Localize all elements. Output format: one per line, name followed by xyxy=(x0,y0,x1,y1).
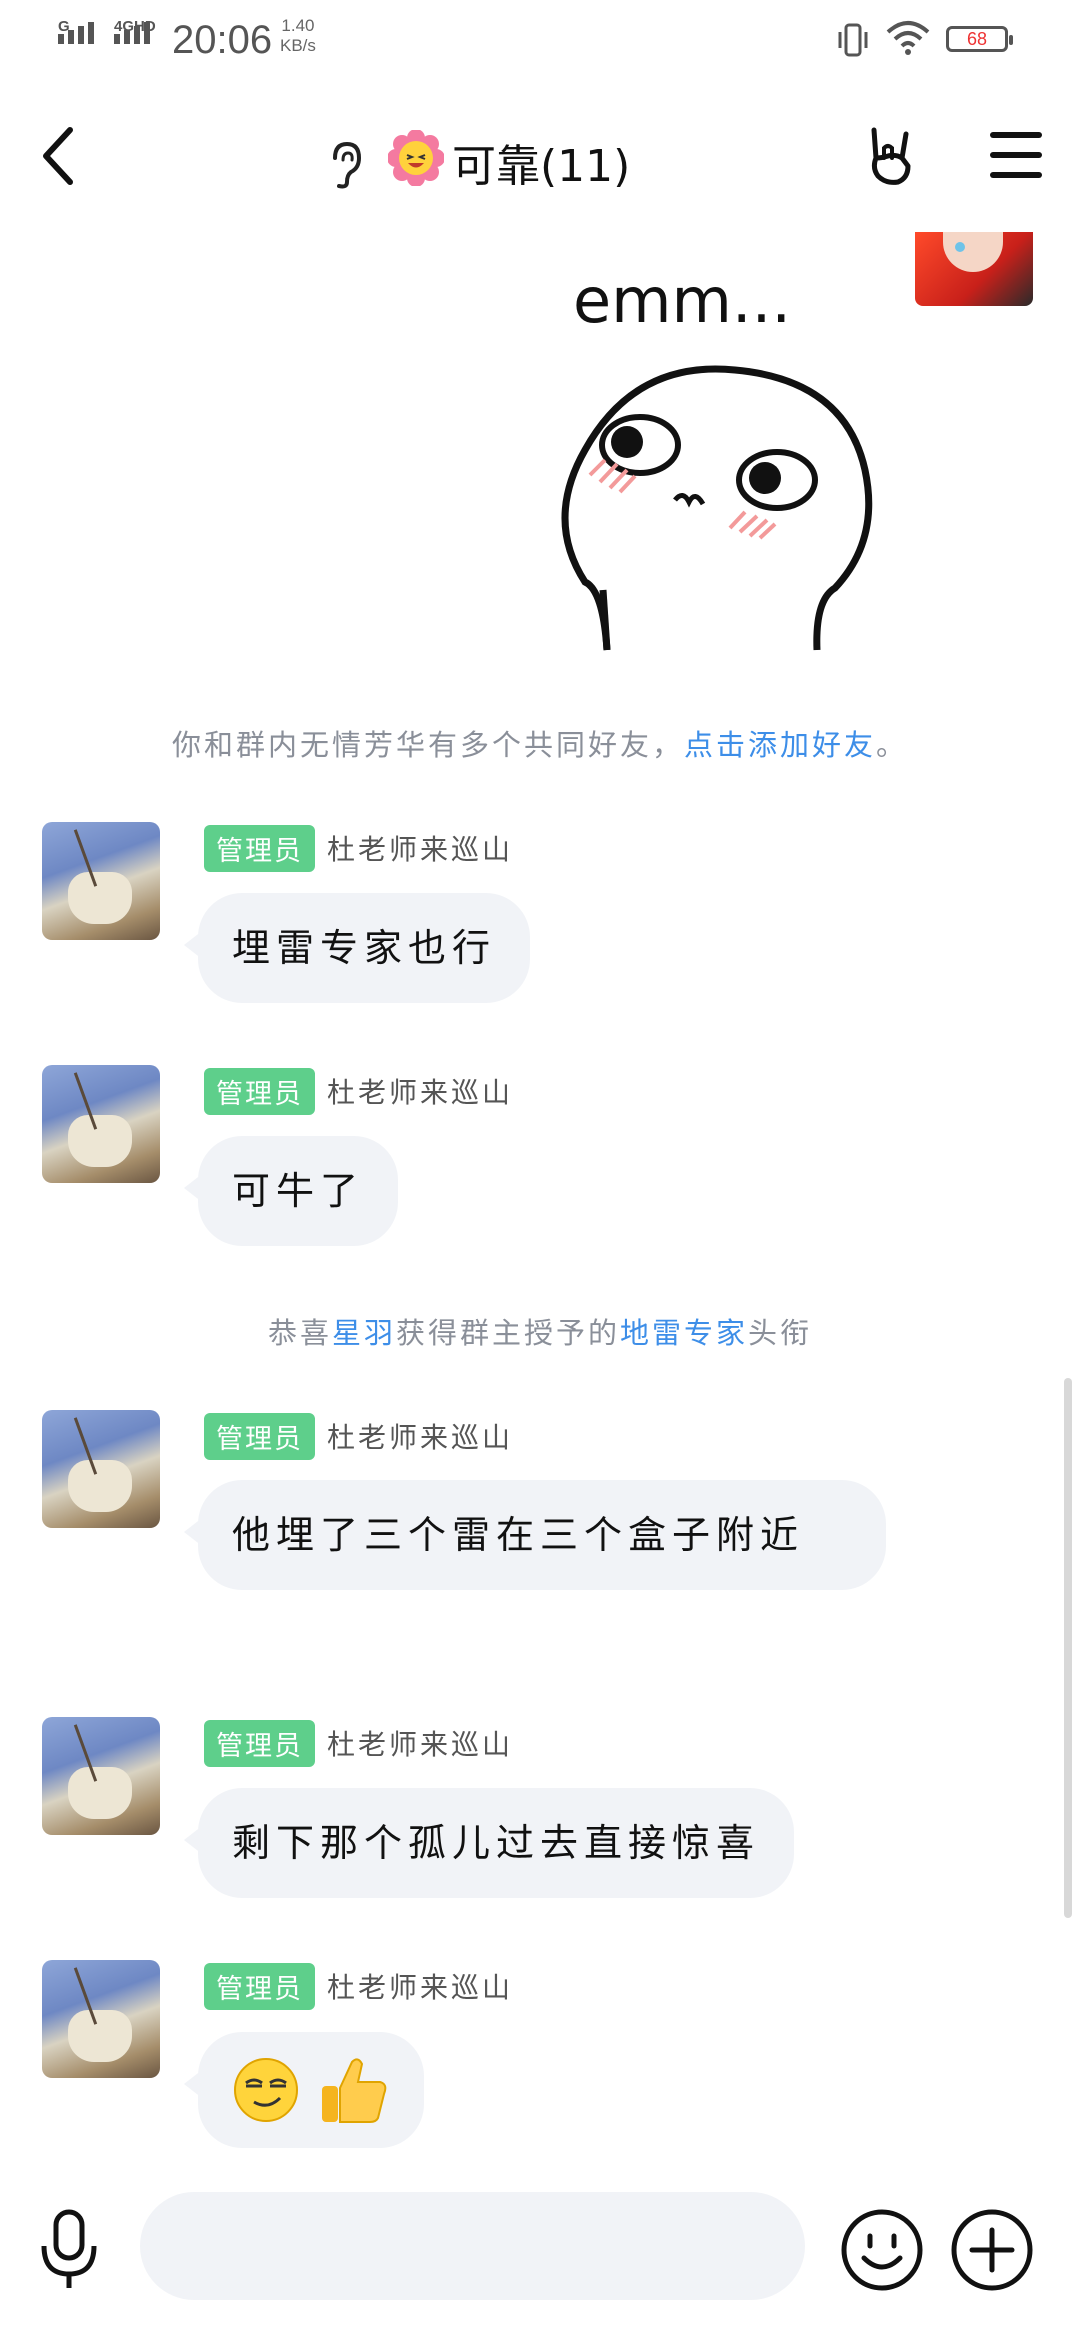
admin-badge: 管理员 xyxy=(204,1962,315,2010)
add-friend-link[interactable]: 点击添加好友 xyxy=(684,728,876,762)
sender-name[interactable]: 杜老师来巡山 xyxy=(327,1966,513,2006)
avatar[interactable] xyxy=(915,232,1033,306)
chat-header: 可靠(11) xyxy=(0,80,1080,230)
scrollbar[interactable] xyxy=(1064,1378,1072,1918)
speed-value: 1.40 xyxy=(281,16,315,35)
avatar[interactable] xyxy=(42,822,160,940)
smirk-emoji-icon xyxy=(234,2058,298,2122)
notice-text: 恭喜 xyxy=(267,1316,332,1350)
message-bubble[interactable]: 他埋了三个雷在三个盒子附近 xyxy=(184,1480,886,1590)
battery-icon: 68 xyxy=(946,26,1013,52)
vibrate-icon xyxy=(838,23,868,57)
admin-badge: 管理员 xyxy=(204,1067,315,1115)
signal-2-icon: 4GHD xyxy=(114,18,156,44)
ear-icon[interactable] xyxy=(325,140,365,190)
notice-suffix: 。 xyxy=(876,728,909,762)
member-name-link[interactable]: 星羽 xyxy=(332,1316,396,1350)
message-meta: 管理员 杜老师来巡山 xyxy=(204,1067,513,1115)
message-bubble[interactable]: 可牛了 xyxy=(183,1136,399,1246)
signal-1-icon: G xyxy=(58,18,94,44)
battery-level: 68 xyxy=(966,28,988,49)
message-meta: 管理员 杜老师来巡山 xyxy=(204,1962,513,2010)
title-granted-notice: 恭喜星羽获得群主授予的地雷专家头衔 xyxy=(0,1310,1080,1352)
message-meta: 管理员 杜老师来巡山 xyxy=(204,1412,513,1460)
thumbs-up-emoji-icon xyxy=(322,2058,387,2123)
smile-icon[interactable] xyxy=(840,2208,924,2292)
message-input[interactable] xyxy=(140,2192,805,2300)
network-speed: 1.40 KB/s xyxy=(280,16,316,56)
wifi-icon xyxy=(886,21,930,55)
input-bar xyxy=(0,2180,1080,2340)
sender-name[interactable]: 杜老师来巡山 xyxy=(327,828,513,868)
emm-sticker[interactable]: emm... xyxy=(545,270,895,660)
admin-badge: 管理员 xyxy=(204,824,315,872)
clock: 20:06 xyxy=(172,18,273,62)
mutual-friends-notice: 你和群内无情芳华有多个共同好友，点击添加好友。 xyxy=(0,722,1080,764)
message-bubble[interactable]: 剩下那个孤儿过去直接惊喜 xyxy=(183,1788,795,1898)
status-bar: G 4GHD 20:06 1.40 KB/s 68 xyxy=(0,0,1080,80)
back-arrow-icon[interactable] xyxy=(40,126,76,186)
chat-title: 可靠(11) xyxy=(452,141,631,192)
message-bubble[interactable] xyxy=(183,2032,425,2148)
notice-text: 你和群内无情芳华有多个共同好友， xyxy=(171,728,684,762)
sender-name[interactable]: 杜老师来巡山 xyxy=(327,1071,513,1111)
message-meta: 管理员 杜老师来巡山 xyxy=(204,1719,513,1767)
microphone-icon[interactable] xyxy=(38,2208,100,2292)
sim1-label: G xyxy=(58,18,70,35)
rock-hand-icon[interactable] xyxy=(862,124,918,188)
sticker-text: emm... xyxy=(573,270,791,337)
speed-unit: KB/s xyxy=(280,36,316,55)
sim2-label: 4GHD xyxy=(114,18,156,35)
avatar[interactable] xyxy=(42,1410,160,1528)
avatar[interactable] xyxy=(42,1717,160,1835)
menu-icon[interactable] xyxy=(990,132,1042,192)
admin-badge: 管理员 xyxy=(204,1412,315,1460)
flower-emoji-icon xyxy=(388,130,444,186)
notice-text: 头衔 xyxy=(748,1316,813,1350)
member-title-link[interactable]: 地雷专家 xyxy=(620,1316,748,1350)
sender-name[interactable]: 杜老师来巡山 xyxy=(327,1416,513,1456)
notice-text: 获得群主授予的 xyxy=(395,1316,620,1350)
admin-badge: 管理员 xyxy=(204,1719,315,1767)
avatar[interactable] xyxy=(42,1960,160,2078)
sender-name[interactable]: 杜老师来巡山 xyxy=(327,1723,513,1763)
message-meta: 管理员 杜老师来巡山 xyxy=(204,824,513,872)
message-bubble[interactable]: 埋雷专家也行 xyxy=(183,893,531,1003)
avatar[interactable] xyxy=(42,1065,160,1183)
plus-icon[interactable] xyxy=(950,2208,1034,2292)
